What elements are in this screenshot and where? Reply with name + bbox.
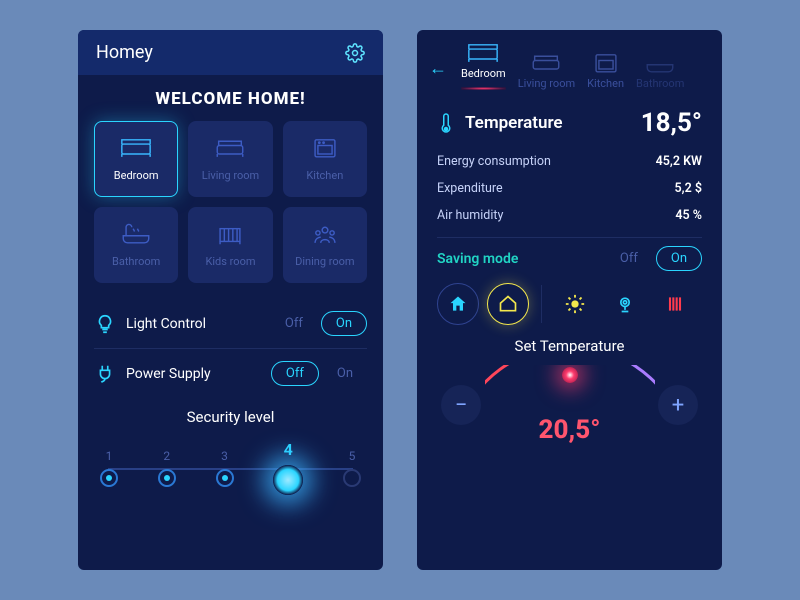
quick-controls: Light Control Off On Power Supply Off On xyxy=(78,299,383,398)
security-title: Security level xyxy=(94,408,367,426)
control-label: Light Control xyxy=(126,316,206,332)
welcome-title: WELCOME HOME! xyxy=(78,89,383,109)
home-screen: Homey WELCOME HOME! Bedroom Living room … xyxy=(78,30,383,570)
tab-label: Bathroom xyxy=(636,77,684,90)
security-step-1[interactable]: 1 xyxy=(100,449,118,487)
toggle-on[interactable]: On xyxy=(321,311,367,336)
temp-increase-button[interactable]: + xyxy=(658,385,698,425)
security-step-2[interactable]: 2 xyxy=(158,449,176,487)
toggle-off[interactable]: Off xyxy=(606,247,652,270)
sofa-icon xyxy=(529,52,563,74)
thermometer-icon xyxy=(437,111,455,135)
tab-kitchen[interactable]: Kitchen xyxy=(587,52,624,94)
mode-home[interactable] xyxy=(437,283,479,325)
mode-radiator[interactable] xyxy=(654,283,696,325)
control-label: Power Supply xyxy=(126,366,211,382)
bath-icon xyxy=(643,52,677,74)
header: Homey xyxy=(78,30,383,75)
set-temp-controls: − 20,5° + xyxy=(417,355,722,445)
mode-house[interactable] xyxy=(487,283,529,325)
plug-icon xyxy=(94,363,116,385)
toggle-on[interactable]: On xyxy=(656,246,702,271)
back-icon[interactable]: ← xyxy=(429,58,447,79)
stat-humidity: Air humidity45 % xyxy=(437,202,702,229)
room-dining-room[interactable]: Dining room xyxy=(283,207,367,283)
tab-label: Bedroom xyxy=(461,67,506,80)
room-kitchen[interactable]: Kitchen xyxy=(283,121,367,197)
saving-mode-label: Saving mode xyxy=(437,251,518,267)
tab-bedroom[interactable]: Bedroom xyxy=(461,42,506,94)
room-label: Dining room xyxy=(295,255,354,268)
divider xyxy=(541,285,542,323)
toggle-off[interactable]: Off xyxy=(271,312,317,335)
room-detail-screen: ← Bedroom Living room Kitchen Bathroom T… xyxy=(417,30,722,570)
room-grid: Bedroom Living room Kitchen Bathroom Kid… xyxy=(78,121,383,283)
toggle-off[interactable]: Off xyxy=(271,361,319,386)
set-temp-title: Set Temperature xyxy=(417,337,722,355)
stat-expenditure: Expenditure5,2 $ xyxy=(437,175,702,202)
saving-mode-toggle[interactable]: Off On xyxy=(606,246,702,271)
security-step-3[interactable]: 3 xyxy=(216,449,234,487)
oven-icon xyxy=(589,52,623,74)
power-control-row: Power Supply Off On xyxy=(94,348,367,398)
security-step-4[interactable]: 4 xyxy=(273,440,303,495)
room-label: Kids room xyxy=(205,255,255,268)
bulb-icon xyxy=(94,313,116,335)
room-living-room[interactable]: Living room xyxy=(188,121,272,197)
tab-label: Kitchen xyxy=(587,77,624,90)
tab-label: Living room xyxy=(518,77,575,90)
room-bedroom[interactable]: Bedroom xyxy=(94,121,178,197)
app-title: Homey xyxy=(96,42,153,63)
people-icon xyxy=(308,223,342,249)
room-bathroom[interactable]: Bathroom xyxy=(94,207,178,283)
dial-knob-icon[interactable] xyxy=(562,367,578,383)
temperature-value: 18,5° xyxy=(641,108,702,138)
mode-camera[interactable] xyxy=(604,283,646,325)
light-toggle[interactable]: Off On xyxy=(271,311,367,336)
security-steps: 1 2 3 4 5 xyxy=(94,440,367,495)
power-toggle[interactable]: Off On xyxy=(271,361,367,386)
tab-bathroom[interactable]: Bathroom xyxy=(636,52,684,94)
oven-icon xyxy=(308,137,342,163)
temp-decrease-button[interactable]: − xyxy=(441,385,481,425)
mode-icons-row xyxy=(417,271,722,331)
crib-icon xyxy=(213,223,247,249)
bed-icon xyxy=(119,137,153,163)
bath-icon xyxy=(119,223,153,249)
room-label: Bathroom xyxy=(112,255,160,268)
room-label: Kitchen xyxy=(306,169,343,182)
security-step-5[interactable]: 5 xyxy=(343,449,361,487)
stat-energy: Energy consumption45,2 KW xyxy=(437,148,702,175)
bed-icon xyxy=(466,42,500,64)
tab-living-room[interactable]: Living room xyxy=(518,52,575,94)
temp-dial[interactable]: 20,5° xyxy=(485,365,655,445)
set-temp-value: 20,5° xyxy=(539,415,601,445)
light-control-row: Light Control Off On xyxy=(94,299,367,348)
room-label: Bedroom xyxy=(114,169,159,182)
gear-icon[interactable] xyxy=(345,43,365,63)
room-tabs: ← Bedroom Living room Kitchen Bathroom xyxy=(417,30,722,94)
sofa-icon xyxy=(213,137,247,163)
toggle-on[interactable]: On xyxy=(323,362,367,385)
mode-sun[interactable] xyxy=(554,283,596,325)
room-kids-room[interactable]: Kids room xyxy=(188,207,272,283)
temperature-section: Temperature 18,5° Energy consumption45,2… xyxy=(417,94,722,271)
room-label: Living room xyxy=(202,169,259,182)
temperature-label: Temperature xyxy=(465,113,563,133)
security-section: Security level 1 2 3 4 5 xyxy=(78,398,383,495)
